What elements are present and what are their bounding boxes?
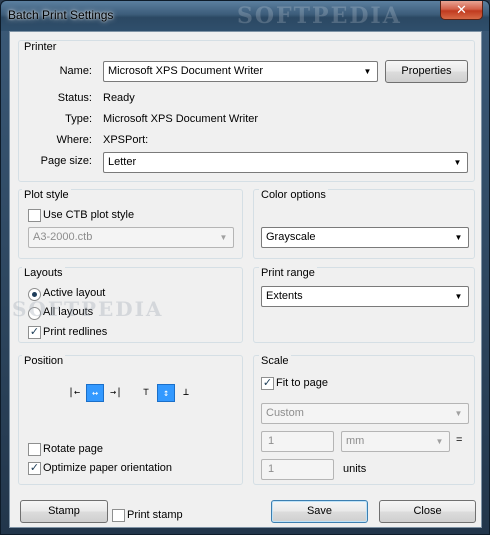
page-size-select[interactable]: Letter ▼ bbox=[103, 152, 468, 173]
batch-print-settings-window: Batch Print Settings SOFTPEDIA ✕ Printer… bbox=[0, 0, 490, 535]
printer-name-select[interactable]: Microsoft XPS Document Writer ▼ bbox=[103, 61, 378, 82]
scale-select[interactable]: Custom ▼ bbox=[261, 403, 469, 424]
plot-style-group-label: Plot style bbox=[22, 189, 71, 201]
fit-to-page-checkbox[interactable] bbox=[261, 377, 274, 390]
position-group-label: Position bbox=[22, 355, 66, 367]
drawing-units-value: 1 bbox=[268, 463, 275, 475]
ctb-file-value: A3-2000.ctb bbox=[33, 231, 93, 243]
dialog-client-area: Printer Name: Microsoft XPS Document Wri… bbox=[9, 31, 482, 528]
printer-where-value: XPSPort: bbox=[103, 134, 149, 146]
use-ctb-checkbox[interactable] bbox=[28, 209, 41, 222]
print-range-select[interactable]: Extents ▼ bbox=[261, 286, 469, 307]
printer-type-label: Type: bbox=[65, 113, 92, 125]
ctb-file-select[interactable]: A3-2000.ctb ▼ bbox=[28, 227, 234, 248]
properties-button[interactable]: Properties bbox=[385, 60, 468, 83]
chevron-down-icon: ▼ bbox=[454, 409, 463, 418]
page-size-value: Letter bbox=[108, 156, 137, 168]
title-bar[interactable]: Batch Print Settings SOFTPEDIA ✕ bbox=[1, 1, 489, 31]
print-range-group-label: Print range bbox=[259, 267, 317, 279]
paper-units-input[interactable]: 1 bbox=[261, 431, 334, 452]
printer-where-label: Where: bbox=[56, 134, 92, 146]
printer-name-label: Name: bbox=[59, 65, 92, 77]
units-label: units bbox=[343, 463, 367, 475]
title-watermark: SOFTPEDIA bbox=[237, 3, 402, 29]
align-center-vertical-icon[interactable]: ↕ bbox=[157, 384, 175, 402]
align-top-icon[interactable]: ⊤ bbox=[137, 384, 155, 402]
unit-value: mm bbox=[346, 435, 365, 447]
print-range-value: Extents bbox=[266, 290, 303, 302]
align-right-icon[interactable]: →| bbox=[107, 384, 125, 402]
print-redlines-label[interactable]: Print redlines bbox=[43, 326, 107, 338]
align-center-horizontal-icon[interactable]: ↔ bbox=[86, 384, 104, 402]
print-redlines-checkbox[interactable] bbox=[28, 326, 41, 339]
window-title: Batch Print Settings bbox=[8, 8, 114, 22]
align-bottom-icon[interactable]: ⊥ bbox=[177, 384, 195, 402]
printer-name-value: Microsoft XPS Document Writer bbox=[108, 65, 264, 77]
chevron-down-icon: ▼ bbox=[435, 437, 444, 446]
optimize-orientation-checkbox[interactable] bbox=[28, 462, 41, 475]
chevron-down-icon: ▼ bbox=[219, 233, 228, 242]
scale-group-label: Scale bbox=[259, 355, 291, 367]
color-options-value: Grayscale bbox=[266, 231, 316, 243]
rotate-page-checkbox[interactable] bbox=[28, 443, 41, 456]
scale-value: Custom bbox=[266, 407, 304, 419]
color-options-group-label: Color options bbox=[259, 189, 328, 201]
chevron-down-icon: ▼ bbox=[453, 158, 462, 167]
use-ctb-label[interactable]: Use CTB plot style bbox=[43, 209, 134, 221]
stamp-button[interactable]: Stamp bbox=[20, 500, 108, 523]
fit-to-page-label[interactable]: Fit to page bbox=[276, 377, 328, 389]
optimize-orientation-label[interactable]: Optimize paper orientation bbox=[43, 462, 172, 474]
paper-units-value: 1 bbox=[268, 435, 275, 447]
unit-select[interactable]: mm ▼ bbox=[341, 431, 450, 452]
color-options-select[interactable]: Grayscale ▼ bbox=[261, 227, 469, 248]
drawing-units-input[interactable]: 1 bbox=[261, 459, 334, 480]
chevron-down-icon: ▼ bbox=[454, 292, 463, 301]
page-size-label: Page size: bbox=[40, 155, 92, 167]
printer-group-label: Printer bbox=[22, 41, 59, 53]
printer-status-label: Status: bbox=[57, 92, 92, 104]
window-close-button[interactable]: ✕ bbox=[440, 1, 483, 20]
print-stamp-checkbox[interactable] bbox=[112, 509, 125, 522]
softpedia-watermark: SOFTPEDIA bbox=[12, 297, 164, 321]
save-button[interactable]: Save bbox=[271, 500, 368, 523]
align-left-icon[interactable]: |← bbox=[65, 384, 83, 402]
close-button[interactable]: Close bbox=[379, 500, 476, 523]
equals-sign: = bbox=[456, 434, 463, 446]
chevron-down-icon: ▼ bbox=[363, 67, 372, 76]
printer-type-value: Microsoft XPS Document Writer bbox=[103, 113, 259, 125]
layouts-group-label: Layouts bbox=[22, 267, 65, 279]
printer-status-value: Ready bbox=[103, 92, 135, 104]
chevron-down-icon: ▼ bbox=[454, 233, 463, 242]
print-stamp-label[interactable]: Print stamp bbox=[127, 509, 183, 521]
rotate-page-label[interactable]: Rotate page bbox=[43, 443, 103, 455]
